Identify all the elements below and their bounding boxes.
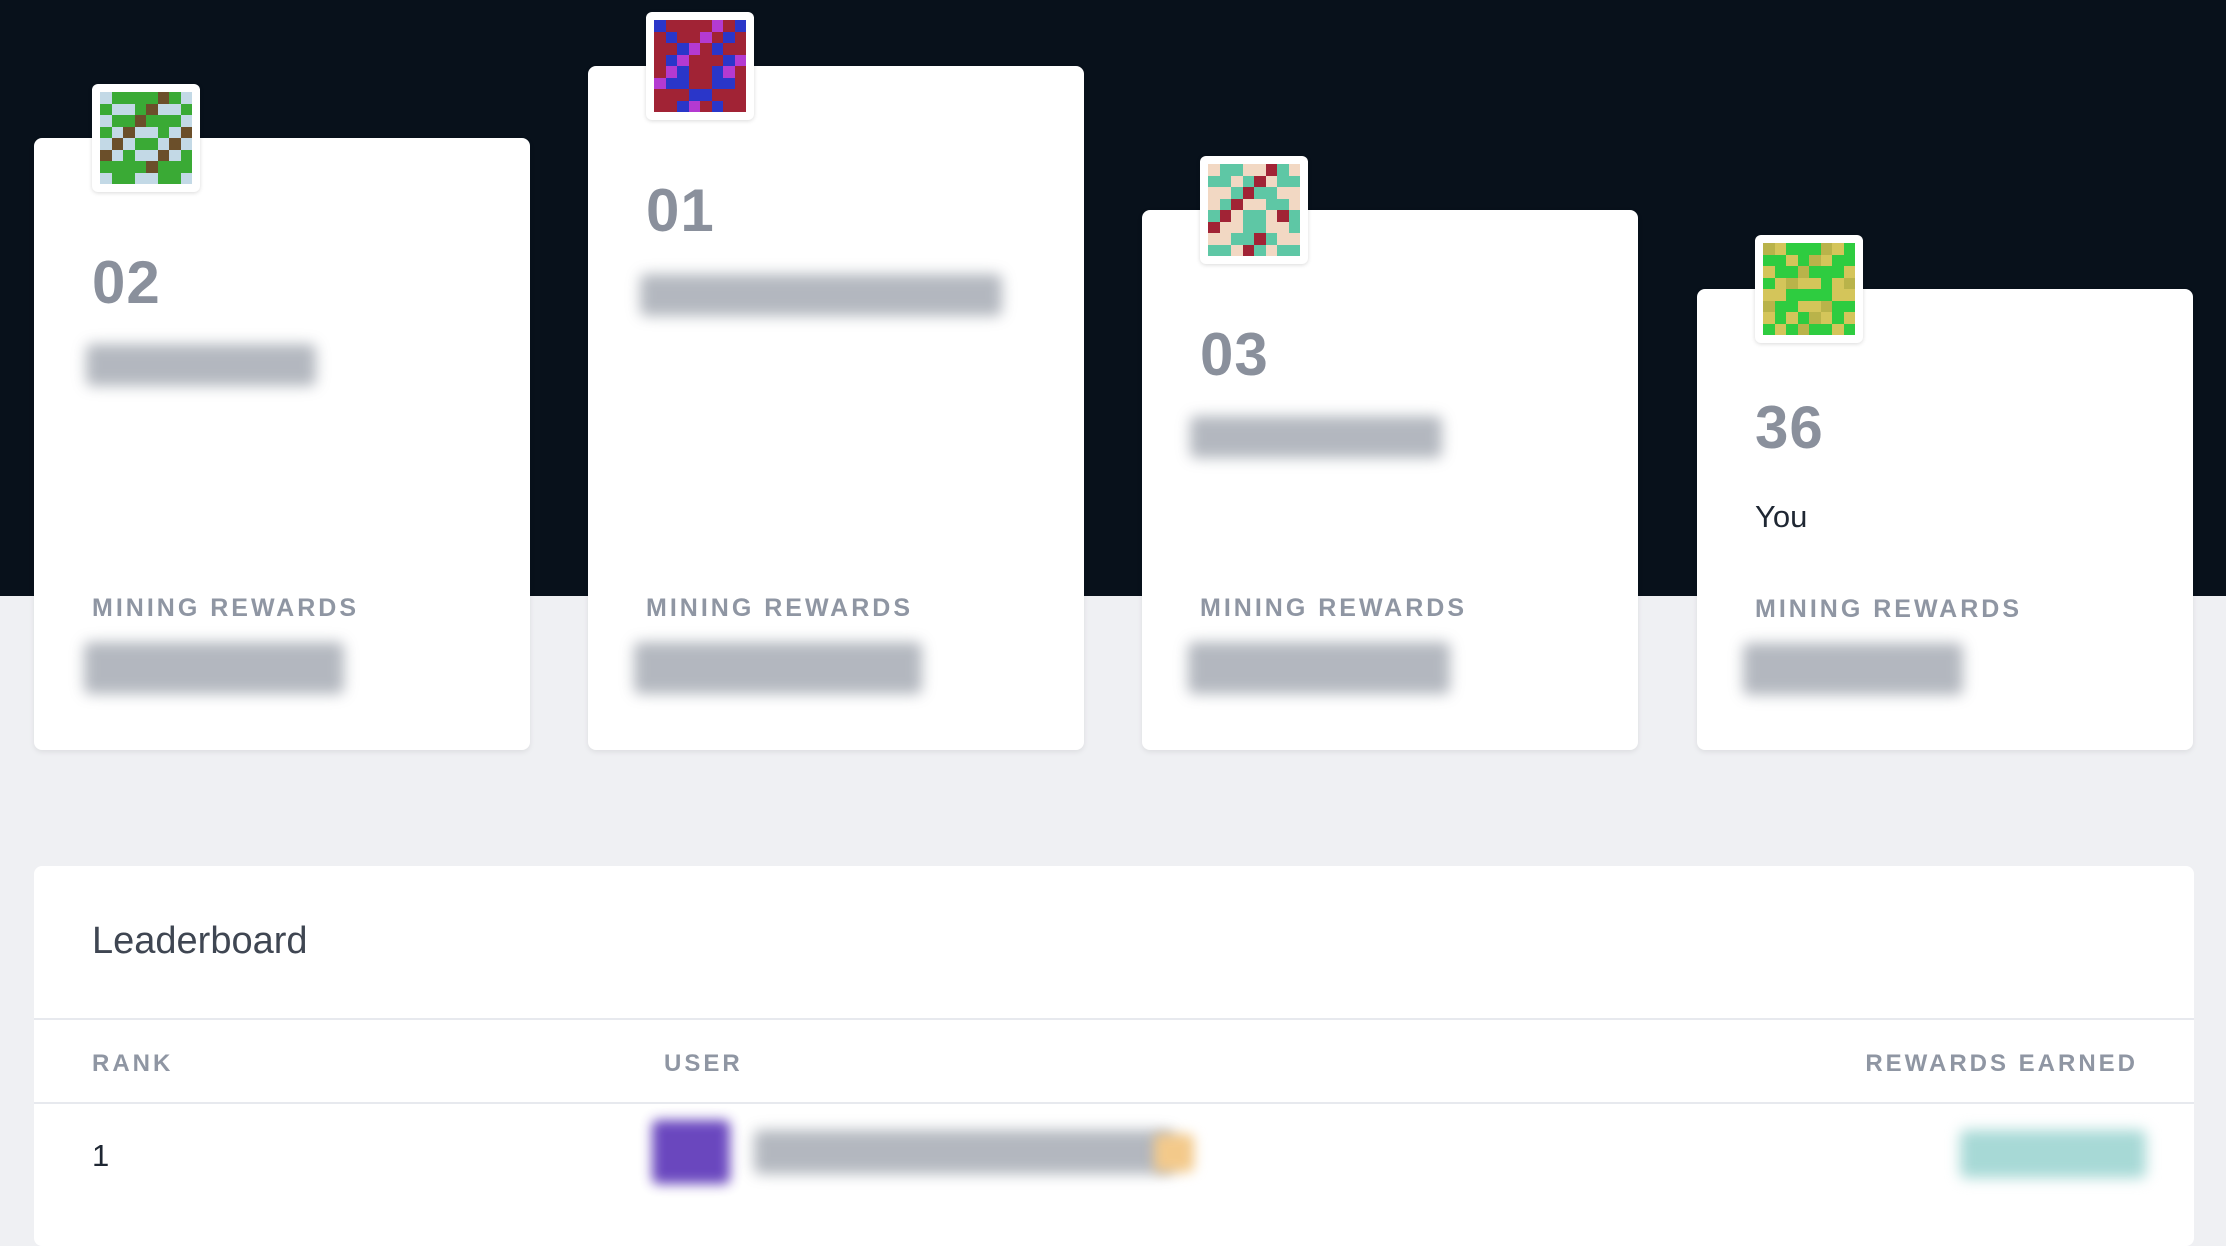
mining-rewards-value-redacted (84, 642, 344, 694)
divider (34, 1018, 2194, 1020)
leaderboard-panel: Leaderboard RANK USER REWARDS EARNED 1 (34, 866, 2194, 1246)
column-header-user: USER (664, 1050, 743, 1077)
user-name-redacted (1190, 416, 1442, 458)
avatar (1200, 156, 1308, 264)
row-user-name-redacted (754, 1130, 1174, 1174)
row-badge (1154, 1134, 1194, 1172)
podium-card-rank-2[interactable]: 02 MINING REWARDS (34, 84, 530, 750)
mining-rewards-label: MINING REWARDS (92, 594, 359, 622)
user-name-redacted (86, 344, 316, 386)
mining-rewards-value-redacted (1743, 643, 1963, 695)
mining-rewards-value-redacted (1188, 642, 1450, 694)
user-avatar-icon (1763, 243, 1855, 335)
rank-number: 03 (1200, 321, 1269, 388)
user-avatar-icon (654, 20, 746, 112)
user-avatar-icon (1208, 164, 1300, 256)
rank-number: 02 (92, 249, 161, 316)
user-name: You (1755, 499, 1808, 534)
user-avatar-icon (100, 92, 192, 184)
column-header-rewards-earned: REWARDS EARNED (1865, 1050, 2138, 1077)
column-header-rank: RANK (92, 1050, 174, 1077)
row-rank: 1 (92, 1138, 110, 1173)
table-row[interactable]: 1 (34, 1104, 2194, 1218)
avatar (646, 12, 754, 120)
avatar (1755, 235, 1863, 343)
user-name-redacted (640, 274, 1002, 316)
mining-rewards-label: MINING REWARDS (1200, 594, 1467, 622)
mining-rewards-value-redacted (634, 642, 922, 694)
mining-rewards-label: MINING REWARDS (646, 594, 913, 622)
avatar (92, 84, 200, 192)
row-rewards-earned-redacted (1960, 1130, 2146, 1178)
mining-rewards-label: MINING REWARDS (1755, 595, 2022, 623)
podium-card-rank-3[interactable]: 03 MINING REWARDS (1142, 156, 1638, 750)
podium-card-rank-1[interactable]: 01 MINING REWARDS (588, 12, 1084, 750)
rank-number: 01 (646, 177, 715, 244)
leaderboard-title: Leaderboard (92, 920, 308, 962)
podium-card-current-user[interactable]: 36 You MINING REWARDS (1697, 235, 2193, 750)
row-user-avatar (652, 1120, 730, 1184)
rank-number: 36 (1755, 394, 1824, 461)
